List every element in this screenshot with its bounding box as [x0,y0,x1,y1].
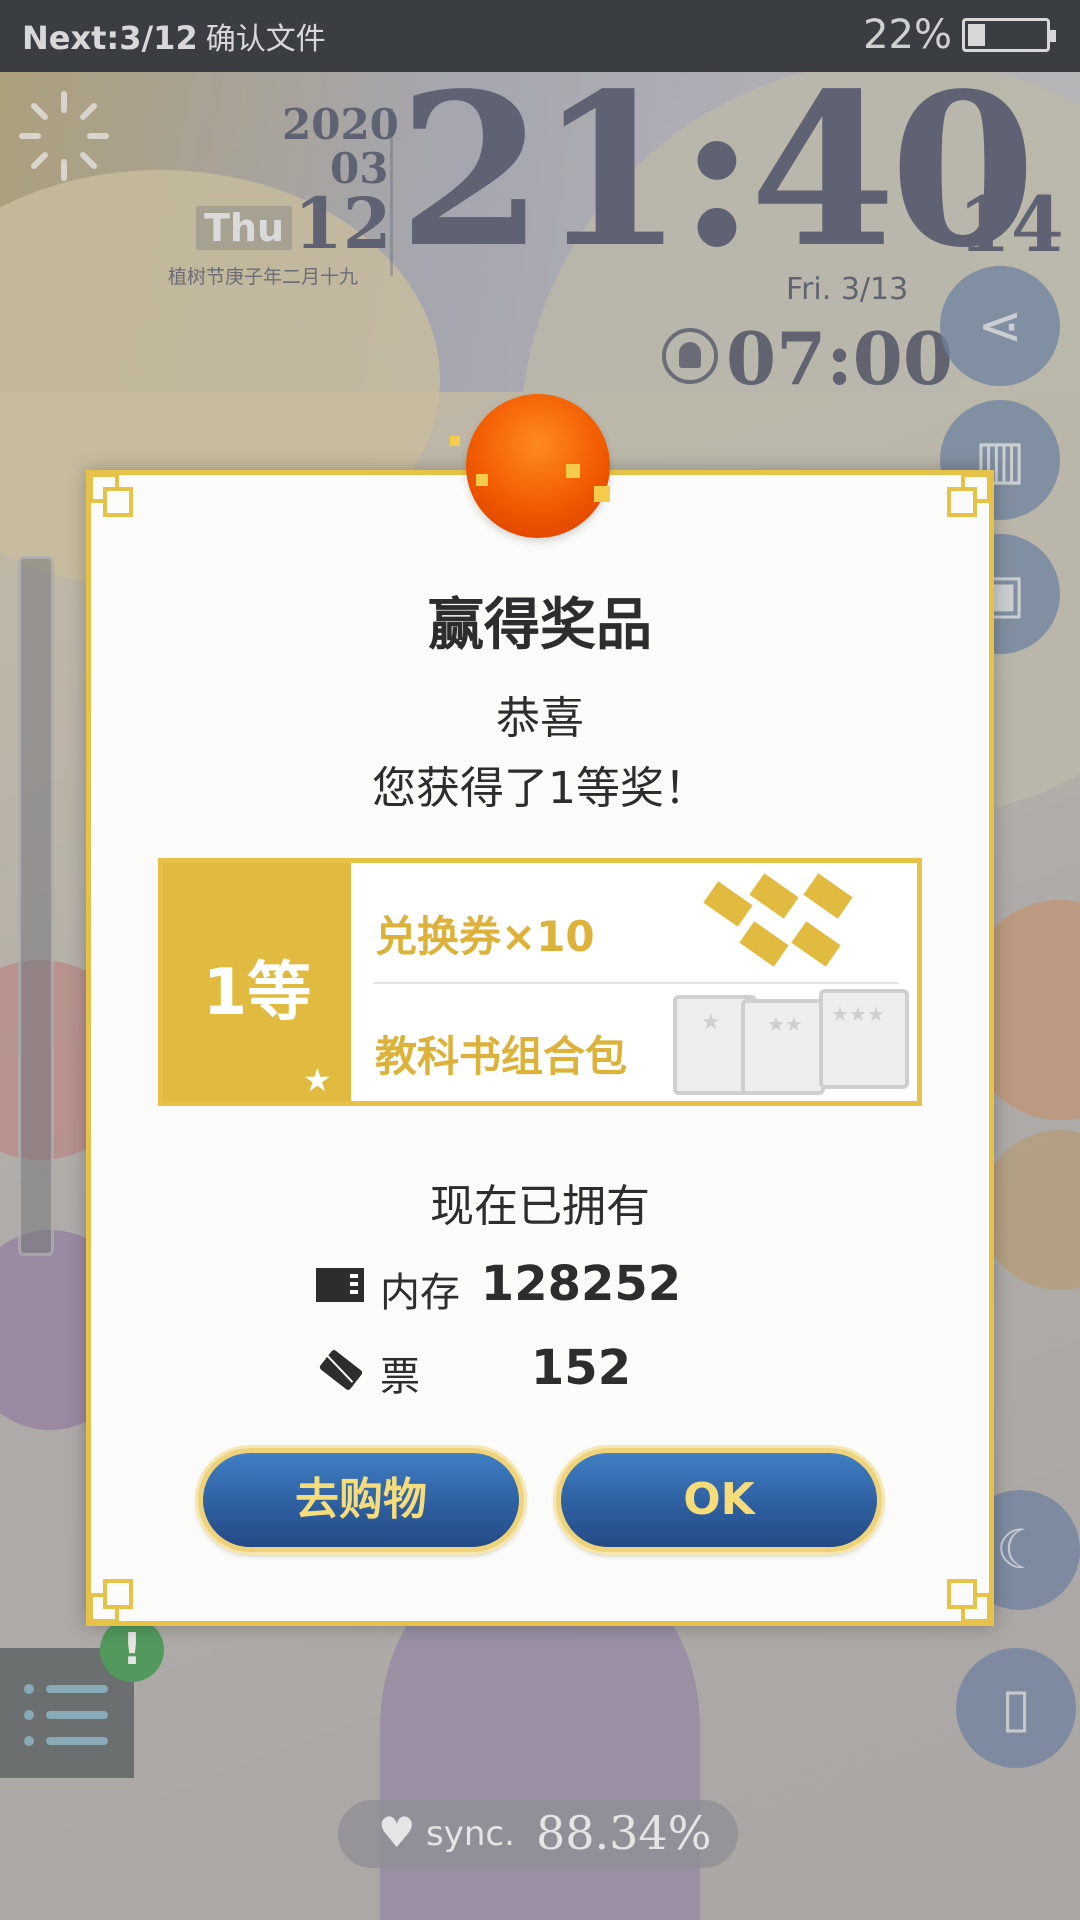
memory-card-icon [316,1268,364,1302]
owned-row-tickets: 票 152 [316,1340,796,1400]
dialog-message: 您获得了1等奖！ [372,763,708,814]
owned-row-memory: 内存 128252 [316,1256,796,1316]
textbooks-icon: ★ ★★ ★★★ [673,989,909,1095]
dialog-title: 赢得奖品 [428,593,652,658]
prize-item-vouchers: 兑换券×10 [375,912,595,961]
ok-button[interactable]: OK [556,1448,882,1552]
prize-rank-panel: 1等 ★ [163,863,351,1101]
tickets-icon [703,873,853,967]
owned-value-memory: 128252 [480,1256,682,1312]
go-shopping-button[interactable]: 去购物 [198,1448,524,1552]
prize-card: 1等 ★ 兑换券×10 教科书组合包 ★ ★★ ★★★ [158,858,922,1106]
prize-orb-icon [450,394,610,538]
owned-title: 现在已拥有 [430,1181,650,1232]
prize-rank-label: 1等 [202,956,312,1030]
owned-label-tickets: 票 [380,1354,420,1400]
svg-text:★: ★ [701,1010,721,1035]
ticket-icon [319,1350,363,1390]
corner-ornament [89,1575,137,1623]
corner-ornament [943,473,991,521]
star-icon: ★ [303,1061,332,1099]
corner-ornament [943,1575,991,1623]
dialog-congrats: 恭喜 [496,693,584,744]
owned-label-memory: 内存 [380,1270,460,1316]
prize-divider [373,982,899,984]
corner-ornament [89,473,137,521]
owned-value-tickets: 152 [530,1340,632,1396]
svg-text:★★: ★★ [767,1012,803,1036]
svg-text:★★★: ★★★ [831,1002,885,1026]
prize-item-textbook-bundle: 教科书组合包 [375,1032,628,1081]
